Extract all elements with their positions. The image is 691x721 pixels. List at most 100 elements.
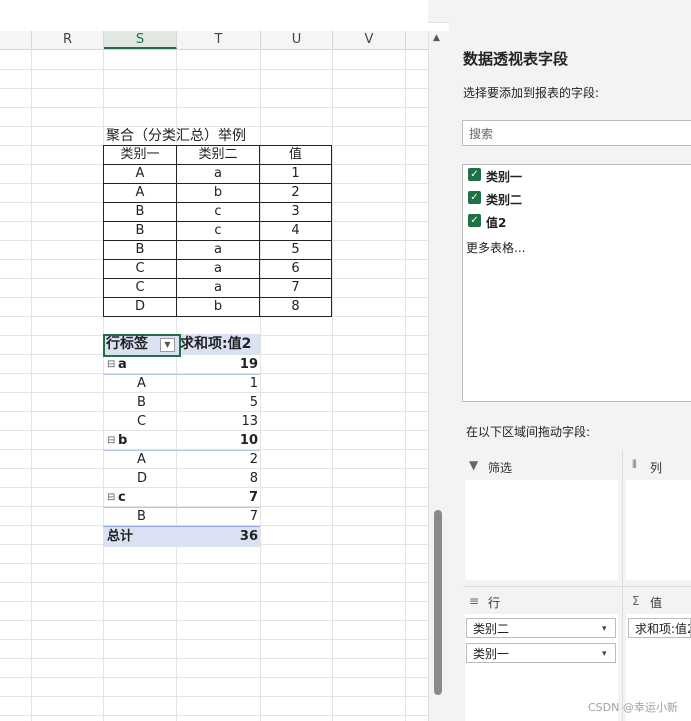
sigma-icon: Σ [632, 594, 640, 608]
gridline [0, 639, 428, 640]
pivot-total-label[interactable]: 总计 [107, 527, 133, 546]
gridline [31, 49, 32, 721]
pivot-item-value[interactable]: 7 [180, 507, 258, 526]
column-header-s[interactable]: S [104, 31, 177, 49]
column-header-o[interactable] [0, 31, 32, 49]
field-search-box[interactable]: 搜索 [462, 120, 691, 146]
field-name[interactable]: 值2 [486, 214, 506, 231]
pivot-item-value[interactable]: 1 [180, 374, 258, 393]
gridline [0, 715, 428, 716]
gridline [332, 49, 333, 721]
pivot-item-name[interactable]: D [137, 469, 147, 488]
pivot-total-value[interactable]: 36 [180, 527, 258, 546]
pivot-group-total[interactable]: 19 [180, 355, 258, 374]
value-field-name: 求和项:值2 [635, 622, 691, 636]
header-cell[interactable]: 类别二 [176, 145, 260, 165]
pane-subtitle: 选择要添加到报表的字段: [463, 86, 600, 100]
field-checkbox[interactable]: ✓ [468, 168, 481, 181]
table-cell[interactable]: 3 [259, 202, 332, 222]
filter-area[interactable] [465, 480, 618, 580]
table-cell[interactable]: B [103, 202, 177, 222]
table-cell[interactable]: b [176, 183, 260, 203]
pivot-item-name[interactable]: B [137, 393, 146, 412]
header-cell[interactable]: 类别一 [103, 145, 177, 165]
table-cell[interactable]: C [103, 259, 177, 279]
filter-icon: ▼ [469, 458, 479, 472]
columns-area[interactable] [626, 480, 691, 580]
rows-icon: ≡ [469, 594, 480, 608]
source-table-title: 聚合（分类汇总）举例 [106, 128, 246, 144]
table-cell[interactable]: B [103, 240, 177, 260]
value-field-dropdown[interactable]: 求和项:值2 [628, 618, 691, 638]
pivot-item-name[interactable]: A [137, 450, 146, 469]
search-placeholder: 搜索 [469, 127, 494, 141]
gridline [0, 601, 428, 602]
pivot-item-value[interactable]: 5 [180, 393, 258, 412]
field-checkbox[interactable]: ✓ [468, 214, 481, 227]
column-header-bar: R S T U V [0, 31, 428, 50]
pivot-item-name[interactable]: B [137, 507, 146, 526]
table-cell[interactable]: A [103, 164, 177, 184]
table-cell[interactable]: c [176, 202, 260, 222]
table-cell[interactable]: 2 [259, 183, 332, 203]
chevron-down-icon[interactable]: ▾ [602, 624, 607, 634]
pivot-group-name[interactable]: a [118, 355, 127, 374]
table-cell[interactable]: b [176, 297, 260, 317]
area-values-label: 值 [650, 596, 663, 610]
pivot-group-total[interactable]: 7 [180, 488, 258, 507]
table-cell[interactable]: D [103, 297, 177, 317]
table-cell[interactable]: 1 [259, 164, 332, 184]
table-cell[interactable]: a [176, 240, 260, 260]
column-header-r[interactable]: R [32, 31, 104, 49]
table-cell[interactable]: c [176, 221, 260, 241]
table-cell[interactable]: a [176, 164, 260, 184]
table-cell[interactable]: 8 [259, 297, 332, 317]
field-name[interactable]: 类别一 [486, 168, 522, 185]
scrollbar-thumb[interactable] [434, 510, 442, 695]
gridline [0, 88, 428, 89]
chevron-down-icon[interactable]: ▾ [602, 649, 607, 659]
pivot-value-label[interactable]: 求和项:值2 [180, 335, 251, 354]
pane-title: 数据透视表字段 [463, 50, 569, 68]
source-table[interactable]: 类别一 类别二 值 Aa1 Ab2 Bc3 Bc4 Ba5 Ca6 Ca7 Db… [103, 145, 332, 317]
field-name[interactable]: 类别二 [486, 191, 522, 208]
table-cell[interactable]: 5 [259, 240, 332, 260]
pivot-item-value[interactable]: 2 [180, 450, 258, 469]
gridline [405, 49, 406, 721]
gridline [0, 563, 428, 564]
table-cell[interactable]: C [103, 278, 177, 298]
table-cell[interactable]: 4 [259, 221, 332, 241]
row-field-dropdown[interactable]: 类别一 [466, 643, 616, 663]
more-tables-link[interactable]: 更多表格... [466, 239, 525, 256]
pivot-item-name[interactable]: C [137, 412, 146, 431]
pivot-item-value[interactable]: 8 [180, 469, 258, 488]
table-cell[interactable]: a [176, 278, 260, 298]
table-cell[interactable]: a [176, 259, 260, 279]
area-divider [622, 450, 623, 721]
row-field-dropdown[interactable]: 类别二 [466, 618, 616, 638]
pivot-group-name[interactable]: c [118, 488, 126, 507]
column-header-w[interactable] [406, 31, 428, 49]
table-cell[interactable]: 7 [259, 278, 332, 298]
watermark: CSDN @幸运小新 [588, 701, 678, 714]
gridline [0, 107, 428, 108]
column-header-u[interactable]: U [261, 31, 333, 49]
row-field-name: 类别二 [473, 622, 510, 636]
gridline [0, 620, 428, 621]
header-cell[interactable]: 值 [259, 145, 332, 165]
pivot-row-label[interactable]: 行标签 [106, 335, 148, 354]
pivot-group-total[interactable]: 10 [180, 431, 258, 450]
scroll-up-icon[interactable]: ▲ [433, 33, 440, 43]
area-columns-label: 列 [650, 461, 663, 475]
column-header-t[interactable]: T [177, 31, 261, 49]
pivot-item-name[interactable]: A [137, 374, 146, 393]
column-header-v[interactable]: V [333, 31, 406, 49]
table-cell[interactable]: B [103, 221, 177, 241]
worksheet[interactable]: R S T U V 聚合（分类汇总）举例 类别一 类别二 值 Aa1 Ab2 B… [0, 0, 428, 721]
table-cell[interactable]: 6 [259, 259, 332, 279]
table-cell[interactable]: A [103, 183, 177, 203]
pivot-group-name[interactable]: b [118, 431, 127, 450]
filter-dropdown-icon[interactable]: ▼ [160, 338, 175, 352]
field-checkbox[interactable]: ✓ [468, 191, 481, 204]
pivot-item-value[interactable]: 13 [180, 412, 258, 431]
